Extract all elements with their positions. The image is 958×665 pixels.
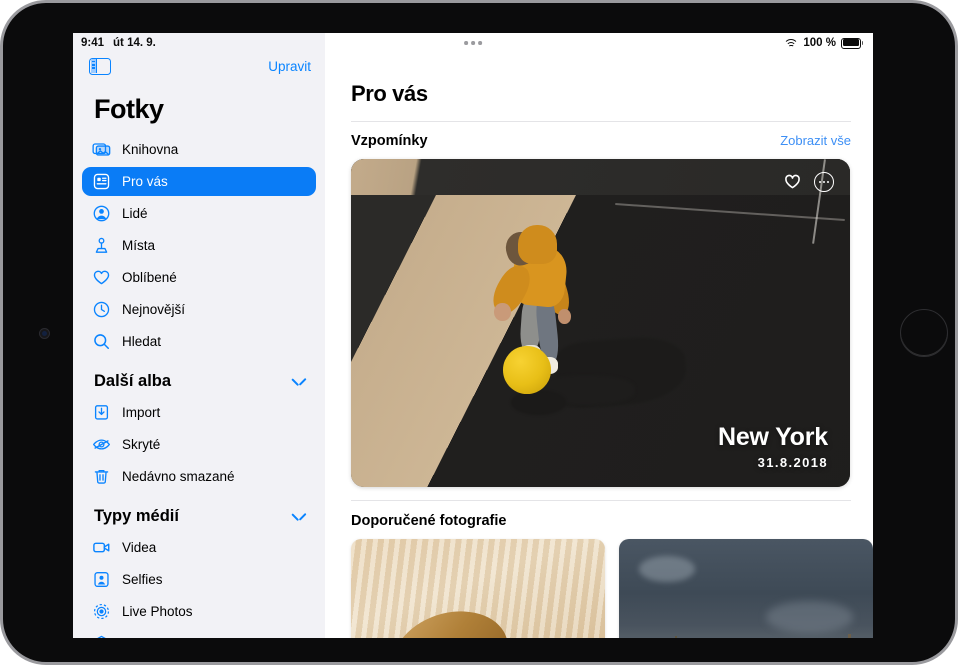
ellipsis-circle-icon[interactable] — [814, 172, 834, 192]
sidebar-item-hledat[interactable]: Hledat — [82, 327, 316, 356]
selfie-icon — [92, 570, 111, 589]
sidebar-item-mista[interactable]: Místa — [82, 231, 316, 260]
sidebar-section-typy-medii[interactable]: Typy médií — [73, 494, 325, 533]
sidebar-item-lide[interactable]: Lidé — [82, 199, 316, 228]
status-bar-left: 9:41 út 14. 9. — [81, 37, 156, 49]
multitask-handle[interactable] — [464, 41, 482, 45]
sidebar-item-import[interactable]: Import — [82, 398, 316, 427]
home-button[interactable] — [900, 309, 948, 357]
sidebar-item-pro-vas[interactable]: Pro vás — [82, 167, 316, 196]
wifi-icon — [783, 38, 799, 49]
battery-percent-label: 100 % — [803, 37, 836, 49]
sidebar-item-oblibene[interactable]: Oblíbené — [82, 263, 316, 292]
front-camera — [39, 328, 50, 339]
portrait-icon — [92, 634, 111, 638]
search-icon — [92, 332, 111, 351]
sidebar-item-label: Nedávno smazané — [122, 469, 235, 484]
ipad-screen: 9:41 út 14. 9. 100 % Upravit Fotky Kniho… — [73, 33, 873, 638]
sidebar-item-live-photos[interactable]: Live Photos — [82, 597, 316, 626]
sidebar: Upravit Fotky Knihovna Pro vás Lidé Míst… — [73, 33, 325, 638]
clock-icon — [92, 300, 111, 319]
memory-card-new-york[interactable]: New York 31.8.2018 — [351, 159, 850, 487]
for-you-icon — [92, 172, 111, 191]
sidebar-item-label: Skryté — [122, 437, 161, 452]
content-area: Pro vás Vzpomínky Zobrazit vše New York … — [325, 33, 873, 638]
heart-outline-icon[interactable] — [784, 174, 801, 190]
memory-card-caption: New York 31.8.2018 — [717, 422, 828, 470]
trash-icon — [92, 467, 111, 486]
section-title: Typy médií — [94, 507, 179, 525]
sidebar-item-skryte[interactable]: Skryté — [82, 430, 316, 459]
sidebar-item-label: Selfies — [122, 572, 163, 587]
sidebar-item-label: Import — [122, 405, 161, 420]
section-title: Další alba — [94, 372, 172, 390]
memory-card-controls — [784, 172, 834, 192]
sidebar-item-label: Pro vás — [122, 174, 168, 189]
status-bar-right: 100 % — [783, 37, 864, 49]
chevron-down-icon[interactable] — [292, 512, 305, 521]
status-time: 9:41 — [81, 37, 105, 49]
app-title: Fotky — [94, 94, 164, 124]
sidebar-section-dalsi-alba[interactable]: Další alba — [73, 359, 325, 398]
recommended-photo-thumbnail[interactable] — [619, 539, 873, 638]
sidebar-item-label: Live Photos — [122, 604, 193, 619]
live-photo-icon — [92, 602, 111, 621]
photo-library-icon — [92, 140, 111, 159]
status-date: út 14. 9. — [113, 37, 156, 49]
sidebar-item-label: Lidé — [122, 206, 148, 221]
memory-title: New York — [717, 422, 828, 451]
places-pin-icon — [92, 236, 111, 255]
memories-carousel[interactable]: New York 31.8.2018 — [325, 159, 873, 489]
sidebar-item-knihovna[interactable]: Knihovna — [82, 135, 316, 164]
sidebar-item-label: Knihovna — [122, 142, 179, 157]
chevron-down-icon[interactable] — [292, 377, 305, 386]
sidebar-item-portrety[interactable]: Portréty — [82, 629, 316, 638]
sidebar-item-nejnovejsi[interactable]: Nejnovější — [82, 295, 316, 324]
sidebar-item-label: Místa — [122, 238, 156, 253]
eye-slash-icon — [92, 435, 111, 454]
show-all-memories-link[interactable]: Zobrazit vše — [780, 133, 851, 148]
sidebar-item-label: Videa — [122, 540, 157, 555]
video-camera-icon — [92, 538, 111, 557]
people-icon — [92, 204, 111, 223]
sidebar-item-label: Nejnovější — [122, 302, 186, 317]
sidebar-item-label: Portréty — [122, 636, 169, 638]
ipad-device-frame: 9:41 út 14. 9. 100 % Upravit Fotky Kniho… — [0, 0, 958, 665]
memories-section-header: Vzpomínky Zobrazit vše — [325, 122, 873, 149]
battery-full-icon — [841, 37, 864, 49]
heart-icon — [92, 268, 111, 287]
edit-button[interactable]: Upravit — [268, 59, 311, 74]
sidebar-item-nedavno-smazane[interactable]: Nedávno smazané — [82, 462, 316, 491]
sidebar-item-label: Oblíbené — [122, 270, 177, 285]
sidebar-item-label: Hledat — [122, 334, 162, 349]
sidebar-item-videa[interactable]: Videa — [82, 533, 316, 562]
recommended-photo-thumbnail[interactable] — [351, 539, 605, 638]
recommended-title: Doporučené fotografie — [351, 513, 507, 529]
sidebar-item-selfies[interactable]: Selfies — [82, 565, 316, 594]
memory-date: 31.8.2018 — [757, 455, 828, 470]
memories-title: Vzpomínky — [351, 133, 428, 149]
sidebar-toggle-icon[interactable] — [89, 57, 111, 75]
import-icon — [92, 403, 111, 422]
recommended-photos-row — [325, 529, 873, 638]
